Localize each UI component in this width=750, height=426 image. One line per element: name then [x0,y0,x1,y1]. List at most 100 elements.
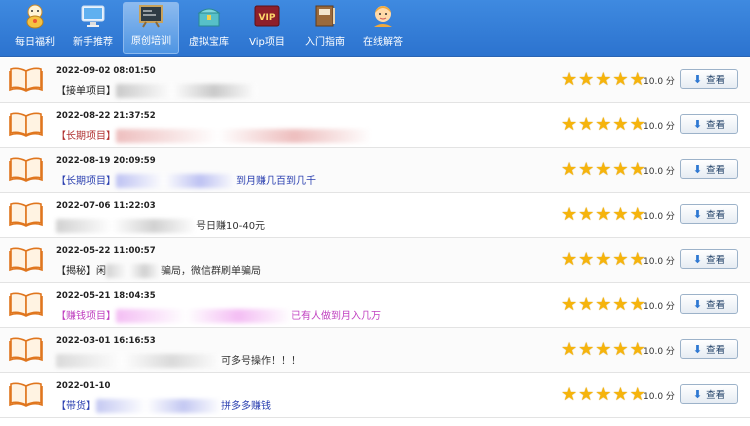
nav-item-3[interactable]: 虚拟宝库 [181,2,237,54]
item-title[interactable]: 可多号操作！！！ [56,352,301,368]
rating-score: 10.0 分 [643,299,675,312]
item-title[interactable]: 【长期项目】 [56,127,371,143]
view-button-label: 查看 [706,300,726,311]
view-button[interactable]: ⬇ 查看 [680,249,738,269]
book-icon [9,111,43,137]
redacted-text [116,309,291,323]
item-title[interactable]: 【揭秘】闲 骗局，微信群刷单骗局 [56,262,261,278]
nav-item-0[interactable]: 每日福利 [7,2,63,54]
training-board-icon [137,3,165,28]
nav-label: 每日福利 [15,37,55,48]
nav-item-5[interactable]: 入门指南 [297,2,353,54]
star-icon: ★ [595,384,612,405]
view-button[interactable]: ⬇ 查看 [680,159,738,179]
item-tag: 【赚钱项目】 [56,311,116,322]
item-title-text: 号日赚10-40元 [196,221,266,232]
star-icon: ★ [595,249,612,270]
view-button-label: 查看 [706,345,726,356]
star-icon: ★ [612,249,629,270]
item-date: 2022-07-06 11:22:03 [56,201,156,211]
list-item[interactable]: 2022-08-22 21:37:52 【长期项目】 ★ ★ ★ ★ ★ 10.0 分 ⬇ 查看 [0,103,750,148]
view-button-label: 查看 [706,75,726,86]
book-icon [9,201,43,227]
list-item[interactable]: 2022-05-22 11:00:57 【揭秘】闲 骗局，微信群刷单骗局 ★ ★ ★ ★ ★ 1… [0,238,750,283]
view-button[interactable]: ⬇ 查看 [680,69,738,89]
rating-score: 10.0 分 [643,389,675,402]
book-icon [9,381,43,407]
star-icon: ★ [595,114,612,135]
rating-stars: ★ ★ ★ ★ ★ [561,206,646,224]
nav-item-2[interactable]: 原创培训 [123,2,179,54]
item-date: 2022-08-22 21:37:52 [56,111,156,121]
star-icon: ★ [578,249,595,270]
nav-item-4[interactable]: VIP Vip项目 [239,2,295,54]
score-unit: 分 [665,302,675,312]
guide-book-icon [311,3,339,29]
article-list: 2022-09-02 08:01:50 【接单项目】 ★ ★ ★ ★ ★ 10.0 分 ⬇ 查看 2… [0,58,750,426]
item-date: 2022-09-02 08:01:50 [56,66,156,76]
lucky-cat-icon [21,3,49,29]
nav-list: 每日福利 新手推荐 原创培训 虚拟宝库 VIP Vip项目 入门指南 在线解答 [0,0,750,56]
nav-label: Vip项目 [249,37,285,48]
score-value: 10.0 [643,302,664,312]
score-unit: 分 [665,77,675,87]
item-tag: 【揭秘】闲 [56,266,106,277]
list-item[interactable]: 2022-01-10 【带货】 拼多多赚钱 ★ ★ ★ ★ ★ 10.0 分 ⬇ 查看 [0,373,750,418]
book-icon [9,156,43,182]
list-item[interactable]: 2022-08-19 20:09:59 【长期项目】 到月赚几百到几千 ★ ★ ★ ★ ★ 10… [0,148,750,193]
vip-icon: VIP [253,3,281,29]
redacted-text [116,129,371,143]
item-title[interactable]: 号日赚10-40元 [56,217,265,233]
top-navigation-bar: 每日福利 新手推荐 原创培训 虚拟宝库 VIP Vip项目 入门指南 在线解答 [0,0,750,57]
svg-text:VIP: VIP [259,13,276,23]
view-button-label: 查看 [706,165,726,176]
score-value: 10.0 [643,77,664,87]
item-title[interactable]: 【长期项目】 到月赚几百到几千 [56,172,316,188]
item-title-text: 拼多多赚钱 [221,401,271,412]
score-unit: 分 [665,122,675,132]
star-icon: ★ [578,384,595,405]
nav-item-1[interactable]: 新手推荐 [65,2,121,54]
star-icon: ★ [561,204,578,225]
item-tag: 【长期项目】 [56,176,116,187]
download-arrow-icon: ⬇ [692,117,703,131]
star-icon: ★ [612,114,629,135]
view-button[interactable]: ⬇ 查看 [680,204,738,224]
book-icon [9,66,43,92]
item-title-text: 骗局，微信群刷单骗局 [161,266,261,277]
list-item[interactable]: 2022-09-02 08:01:50 【接单项目】 ★ ★ ★ ★ ★ 10.0 分 ⬇ 查看 [0,58,750,103]
item-date: 2022-08-19 20:09:59 [56,156,156,166]
nav-item-6[interactable]: 在线解答 [355,2,411,54]
list-item[interactable]: 2022-05-21 18:04:35 【赚钱项目】 已有人做到月入几万 ★ ★ ★ ★ ★ 1… [0,283,750,328]
book-icon [9,336,43,362]
item-title[interactable]: 【赚钱项目】 已有人做到月入几万 [56,307,381,323]
star-icon: ★ [595,159,612,180]
nav-label: 新手推荐 [73,37,113,48]
download-arrow-icon: ⬇ [692,387,703,401]
item-tag: 【接单项目】 [56,86,116,97]
view-button[interactable]: ⬇ 查看 [680,294,738,314]
list-item[interactable]: 2022-07-06 11:22:03 号日赚10-40元 ★ ★ ★ ★ ★ 10.0 分 ⬇… [0,193,750,238]
download-arrow-icon: ⬇ [692,72,703,86]
star-icon: ★ [561,294,578,315]
star-icon: ★ [578,114,595,135]
nav-label: 原创培训 [131,36,171,47]
star-icon: ★ [578,339,595,360]
item-title[interactable]: 【带货】 拼多多赚钱 [56,397,271,413]
star-icon: ★ [561,339,578,360]
star-icon: ★ [612,69,629,90]
redacted-text [116,174,236,188]
book-icon [9,291,43,317]
view-button[interactable]: ⬇ 查看 [680,384,738,404]
item-title[interactable]: 【接单项目】 [56,82,256,98]
list-item[interactable]: 2022-03-01 16:16:53 可多号操作！！！ ★ ★ ★ ★ ★ 10.0 分 ⬇ 查… [0,328,750,373]
star-icon: ★ [561,384,578,405]
view-button[interactable]: ⬇ 查看 [680,114,738,134]
rating-stars: ★ ★ ★ ★ ★ [561,251,646,269]
book-icon [9,246,43,272]
view-button[interactable]: ⬇ 查看 [680,339,738,359]
score-unit: 分 [665,347,675,357]
score-unit: 分 [665,257,675,267]
treasure-box-icon [195,3,223,29]
star-icon: ★ [595,339,612,360]
